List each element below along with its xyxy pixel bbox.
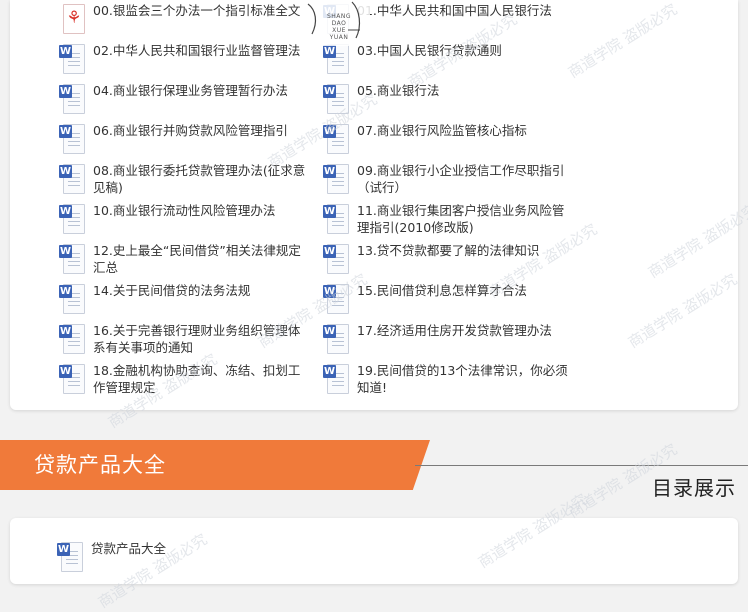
section-title: 贷款产品大全 <box>34 453 166 477</box>
word-file-icon: W <box>59 282 85 314</box>
pdf-file-icon: ⚘ <box>59 2 85 34</box>
file-label: 00.银监会三个办法一个指引标准全文 <box>93 3 301 18</box>
file-label: 18.金融机构协助查询、冻结、扣划工作管理规定 <box>93 363 301 395</box>
word-file-icon: W <box>59 82 85 114</box>
word-file-icon: W <box>323 202 349 234</box>
word-file-icon: W <box>323 282 349 314</box>
file-label: 15.民间借贷利息怎样算才合法 <box>357 283 527 298</box>
section-header: 贷款产品大全 <box>0 440 430 490</box>
word-file-icon: W <box>59 202 85 234</box>
file-label: 14.关于民间借贷的法务法规 <box>93 283 251 298</box>
word-file-icon: W <box>323 362 349 394</box>
file-label: 16.关于完善银行理财业务组织管理体系有关事项的通知 <box>93 323 301 355</box>
file-label: 17.经济适用住房开发贷款管理办法 <box>357 323 552 338</box>
logo-stamp-text: SHANG DAO XUE YUAN <box>324 13 354 41</box>
file-label: 06.商业银行并购贷款风险管理指引 <box>93 123 288 138</box>
stamp-line-1: SHANG DAO <box>326 13 352 27</box>
file-label: 03.中国人民银行贷款通则 <box>357 43 502 58</box>
file-label: 12.史上最全“民间借贷”相关法律规定汇总 <box>93 243 301 275</box>
word-file-icon: W <box>323 242 349 274</box>
file-label: 13.贷不贷款都要了解的法律知识 <box>357 243 540 258</box>
word-file-icon: W <box>59 362 85 394</box>
file-label: 01.中华人民共和国中国人民银行法 <box>357 3 552 18</box>
word-file-icon: W <box>59 42 85 74</box>
word-file-icon: W <box>59 242 85 274</box>
file-label: 19.民间借贷的13个法律常识，你必须知道! <box>357 363 568 395</box>
word-file-icon: W <box>57 540 83 572</box>
file-label: 08.商业银行委托贷款管理办法(征求意见稿) <box>93 163 306 195</box>
section-divider <box>415 465 748 466</box>
file-label: 04.商业银行保理业务管理暂行办法 <box>93 83 288 98</box>
word-file-icon: W <box>59 122 85 154</box>
file-label: 11.商业银行集团客户授信业务风险管理指引(2010修改版) <box>357 203 565 235</box>
file-label: 05.商业银行法 <box>357 83 440 98</box>
toc-label: 目录展示 <box>652 476 736 500</box>
stamp-line-2: XUE YUAN <box>329 27 349 41</box>
word-file-icon: W <box>323 162 349 194</box>
word-file-icon: W <box>323 322 349 354</box>
word-file-icon: W <box>59 322 85 354</box>
file-label: 09.商业银行小企业授信工作尽职指引（试行） <box>357 163 565 195</box>
word-file-icon: W <box>323 42 349 74</box>
file-label: 10.商业银行流动性风险管理办法 <box>93 203 276 218</box>
word-file-icon: W <box>323 82 349 114</box>
file-label: 贷款产品大全 <box>91 541 167 556</box>
file-label: 02.中华人民共和国银行业监督管理法 <box>93 43 301 58</box>
file-label: 07.商业银行风险监管核心指标 <box>357 123 527 138</box>
word-file-icon: W <box>59 162 85 194</box>
word-file-icon: W <box>323 122 349 154</box>
